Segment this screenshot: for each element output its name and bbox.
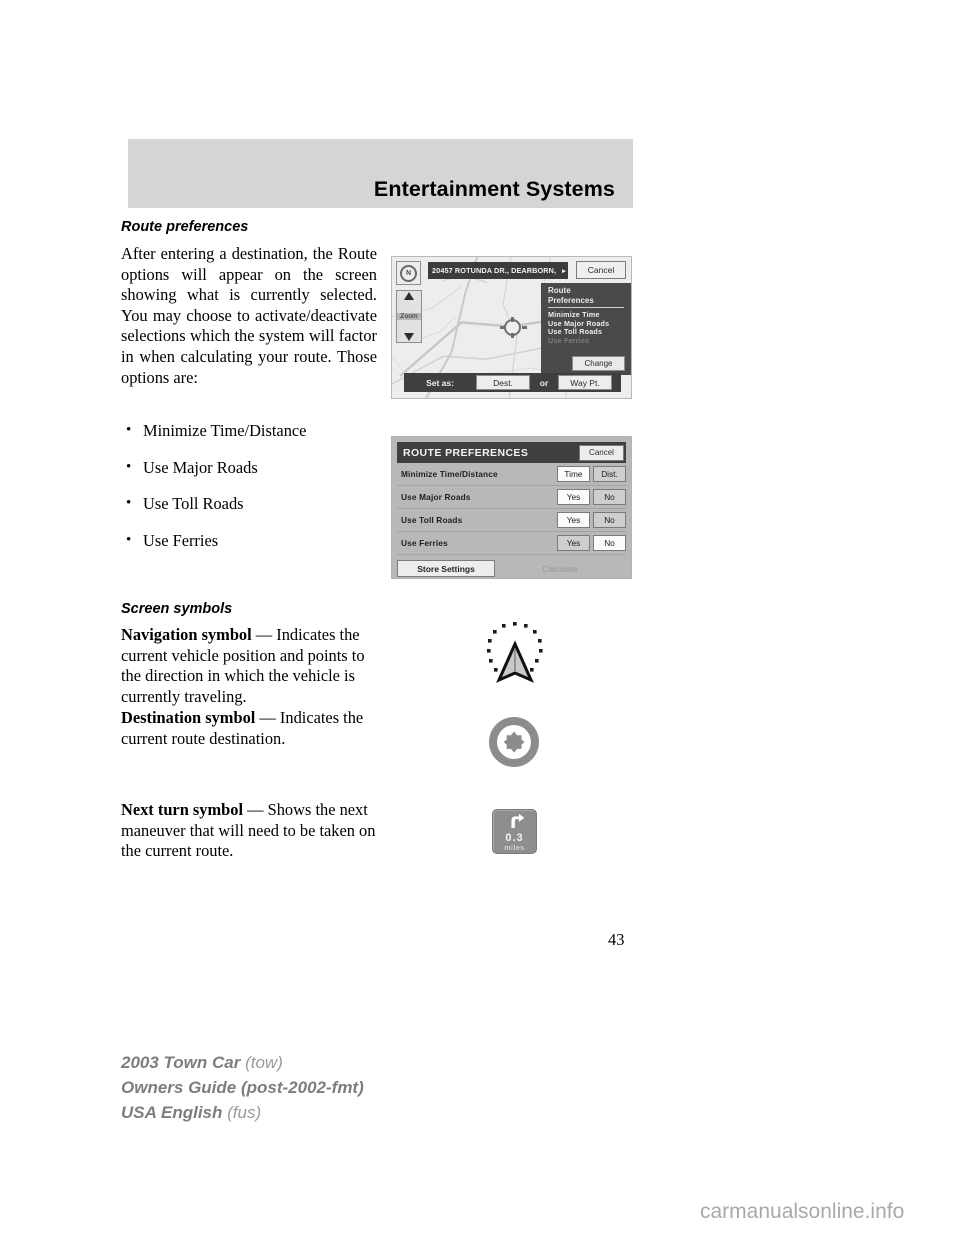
map-route-preferences-panel: Route Preferences Minimize Time Use Majo… xyxy=(541,283,631,375)
footer-language-code: (fus) xyxy=(227,1103,262,1122)
page-number: 43 xyxy=(608,930,625,949)
section-heading-route-preferences: Route preferences xyxy=(121,219,249,235)
navigation-symbol-icon xyxy=(487,622,543,683)
zoom-label: Zoom xyxy=(397,313,421,320)
prefs-cancel-button[interactable]: Cancel xyxy=(579,444,624,461)
next-turn-symbol-icon: 0.3 miles xyxy=(492,809,537,854)
route-options-list: • Minimize Time/Distance • Use Major Roads… xyxy=(121,421,381,567)
next-turn-symbol-description: Next turn symbol — Shows the next maneuv… xyxy=(121,800,383,862)
panel-item-use-ferries: Use Ferries xyxy=(548,335,590,345)
panel-divider xyxy=(548,307,624,308)
prefs-option-major-roads-yes[interactable]: Yes xyxy=(557,489,590,505)
set-as-dest-button[interactable]: Dest. xyxy=(476,375,530,390)
list-item-label: Use Toll Roads xyxy=(143,494,244,513)
map-address-bar[interactable]: 20457 ROTUNDA DR., DEARBORN, ▸ xyxy=(428,262,568,279)
footer-line-1: 2003 Town Car (tow) xyxy=(121,1050,364,1075)
site-watermark: carmanualsonline.info xyxy=(700,1200,905,1223)
compass-orientation-button[interactable]: N xyxy=(396,261,421,285)
footer-model-code: (tow) xyxy=(245,1053,283,1072)
prefs-row-label-minimize: Minimize Time/Distance xyxy=(401,469,498,479)
prefs-option-toll-roads-no[interactable]: No xyxy=(593,512,626,528)
map-destination-marker-tick-right xyxy=(522,326,527,329)
list-item: • Use Major Roads xyxy=(121,458,381,478)
prefs-screen-title: ROUTE PREFERENCES xyxy=(403,446,529,459)
set-as-or-label: or xyxy=(539,377,549,388)
zoom-in-arrow-icon[interactable] xyxy=(404,292,414,300)
prefs-row-label-ferries: Use Ferries xyxy=(401,538,448,548)
prefs-row-label-toll-roads: Use Toll Roads xyxy=(401,515,463,525)
bullet-icon: • xyxy=(126,531,132,548)
destination-symbol-description: Destination symbol — Indicates the curre… xyxy=(121,708,383,749)
prefs-title-bar: ROUTE PREFERENCES Cancel xyxy=(397,442,626,463)
zoom-out-arrow-icon[interactable] xyxy=(404,333,414,341)
map-destination-marker-tick-left xyxy=(500,326,505,329)
map-cancel-button[interactable]: Cancel xyxy=(576,261,626,279)
destination-symbol-icon xyxy=(489,717,539,767)
table-row: Use Major Roads Yes No xyxy=(397,486,626,509)
map-zoom-control[interactable]: Zoom xyxy=(396,290,422,343)
table-row: Minimize Time/Distance Time Dist. xyxy=(397,463,626,486)
footer-language: USA English xyxy=(121,1103,223,1122)
map-destination-marker-icon xyxy=(504,317,521,338)
footer-model: 2003 Town Car xyxy=(121,1053,241,1072)
bullet-icon: • xyxy=(126,422,132,438)
em-dash: — xyxy=(255,708,280,727)
panel-title: Route Preferences xyxy=(541,283,631,305)
navigation-symbol-lead: Navigation symbol xyxy=(121,625,252,644)
page-header-banner: Entertainment Systems xyxy=(128,139,633,208)
prefs-row-label-major-roads: Use Major Roads xyxy=(401,492,471,502)
figure-navigation-map-screen: N 20457 ROTUNDA DR., DEARBORN, ▸ Cancel … xyxy=(391,256,632,399)
list-item: • Minimize Time/Distance xyxy=(121,421,381,441)
route-preferences-paragraph: After entering a destination, the Route … xyxy=(121,244,377,387)
route-preferences-section: Route preferences After entering a desti… xyxy=(121,219,377,388)
map-address-text: 20457 ROTUNDA DR., DEARBORN, xyxy=(432,266,557,275)
turn-arrow-icon xyxy=(511,813,525,828)
prefs-option-time[interactable]: Time xyxy=(557,466,590,482)
footer-guide: Owners Guide (post-2002-fmt) xyxy=(121,1078,364,1097)
list-item: • Use Toll Roads xyxy=(121,494,381,514)
list-item: • Use Ferries xyxy=(121,531,381,551)
section-heading-screen-symbols: Screen symbols xyxy=(121,601,233,617)
navigation-symbol-description: Navigation symbol — Indicates the curren… xyxy=(121,625,383,707)
footer-line-3: USA English (fus) xyxy=(121,1100,364,1125)
list-item-label: Minimize Time/Distance xyxy=(143,421,307,440)
compass-label: N xyxy=(405,269,412,277)
page-title: Entertainment Systems xyxy=(373,177,615,201)
calculate-button-disabled: Calculate xyxy=(542,563,578,574)
list-item-label: Use Ferries xyxy=(143,530,219,550)
turn-distance-value: 0.3 xyxy=(505,832,524,844)
figure-route-preferences-screen: ROUTE PREFERENCES Cancel Minimize Time/D… xyxy=(391,436,632,579)
store-settings-button[interactable]: Store Settings xyxy=(397,560,495,577)
prefs-option-ferries-no[interactable]: No xyxy=(593,535,626,551)
table-row: Use Ferries Yes No xyxy=(397,532,626,555)
table-row: Use Toll Roads Yes No xyxy=(397,509,626,532)
bullet-icon: • xyxy=(126,458,132,475)
prefs-option-toll-roads-yes[interactable]: Yes xyxy=(557,512,590,528)
bullet-icon: • xyxy=(126,495,132,511)
em-dash: — xyxy=(243,800,268,819)
destination-symbol-lead: Destination symbol xyxy=(121,708,256,727)
list-item-label: Use Major Roads xyxy=(143,457,258,477)
next-turn-symbol-lead: Next turn symbol xyxy=(121,800,244,819)
chevron-right-icon: ▸ xyxy=(562,267,566,275)
prefs-option-ferries-yes[interactable]: Yes xyxy=(557,535,590,551)
footer-line-2: Owners Guide (post-2002-fmt) xyxy=(121,1075,364,1100)
set-as-label: Set as: xyxy=(426,377,454,388)
prefs-option-major-roads-no[interactable]: No xyxy=(593,489,626,505)
compass-icon: N xyxy=(400,264,417,282)
document-footer: 2003 Town Car (tow) Owners Guide (post-2… xyxy=(121,1050,364,1125)
turn-distance-unit: miles xyxy=(504,845,525,852)
em-dash: — xyxy=(251,625,277,644)
prefs-option-distance[interactable]: Dist. xyxy=(593,466,626,482)
map-set-as-bar: Set as: Dest. or Way Pt. xyxy=(404,373,621,392)
prefs-footer-bar: Store Settings Calculate xyxy=(397,558,626,579)
set-as-waypoint-button[interactable]: Way Pt. xyxy=(558,375,612,390)
panel-change-button[interactable]: Change xyxy=(572,356,625,371)
panel-title-line2: Preferences xyxy=(548,295,594,305)
panel-title-line1: Route xyxy=(548,286,571,295)
